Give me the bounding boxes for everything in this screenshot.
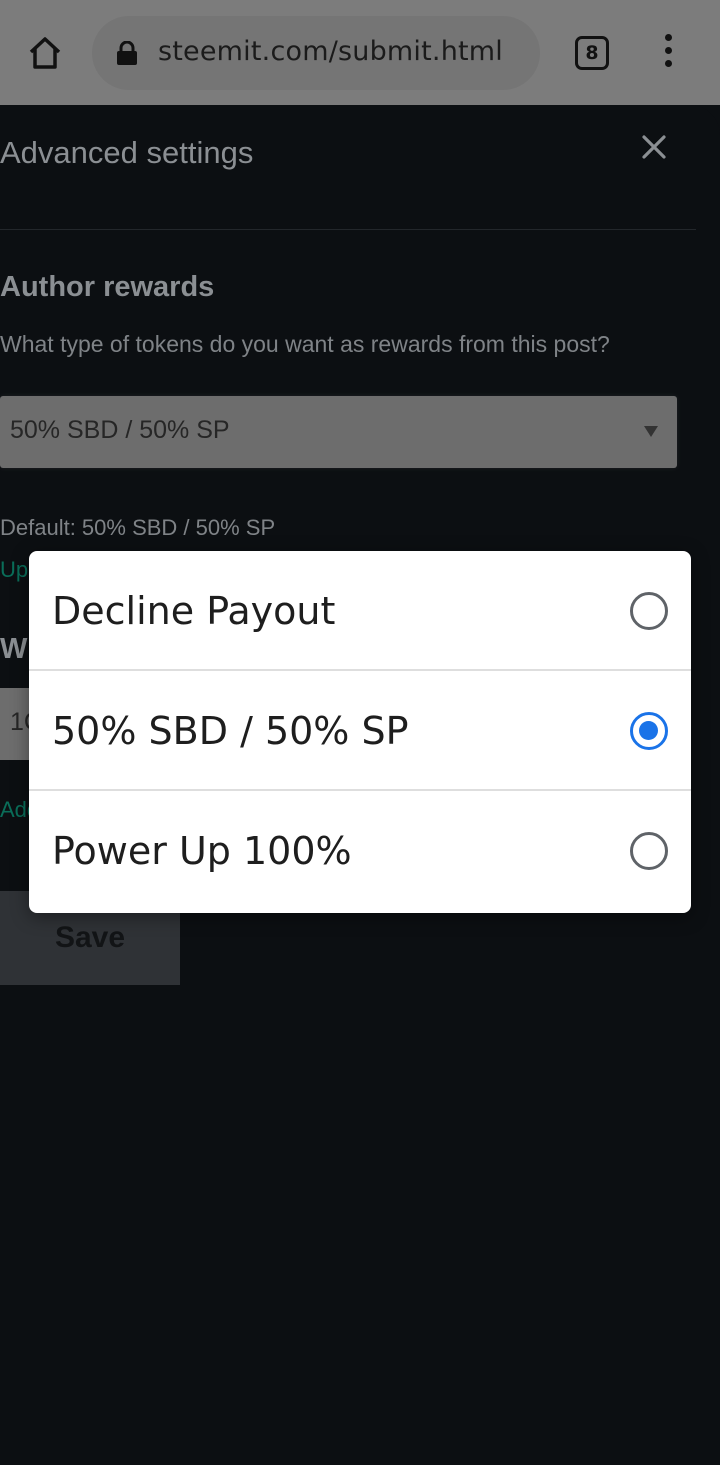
option-label: Decline Payout xyxy=(52,589,336,633)
option-label: 50% SBD / 50% SP xyxy=(52,709,409,753)
option-label: Power Up 100% xyxy=(52,829,352,873)
rewards-option-dialog: Decline Payout 50% SBD / 50% SP Power Up… xyxy=(29,551,691,913)
url-text: steemit.com/submit.html xyxy=(158,36,504,67)
menu-dot-icon xyxy=(664,34,672,41)
divider xyxy=(0,229,696,230)
option-decline-payout[interactable]: Decline Payout xyxy=(29,551,691,671)
author-rewards-description: What type of tokens do you want as rewar… xyxy=(0,331,610,357)
option-power-up-100[interactable]: Power Up 100% xyxy=(29,791,691,911)
tab-switcher-button[interactable]: 8 xyxy=(575,36,609,70)
lock-icon xyxy=(117,41,137,65)
address-bar[interactable]: steemit.com/submit.html xyxy=(92,16,540,90)
home-icon xyxy=(29,37,61,69)
overflow-menu-button[interactable] xyxy=(660,34,676,74)
rewards-select[interactable]: 50% SBD / 50% SP xyxy=(0,396,677,468)
radio-unchecked-icon[interactable] xyxy=(630,592,668,630)
chevron-down-icon xyxy=(644,426,658,437)
option-50-sbd-50-sp[interactable]: 50% SBD / 50% SP xyxy=(29,671,691,791)
menu-dot-icon xyxy=(664,47,672,54)
page-title: Advanced settings xyxy=(0,135,254,170)
author-rewards-heading: Author rewards xyxy=(0,271,215,303)
home-button[interactable] xyxy=(20,28,70,78)
browser-toolbar: steemit.com/submit.html 8 xyxy=(0,0,720,105)
radio-unchecked-icon[interactable] xyxy=(630,832,668,870)
rewards-select-value: 50% SBD / 50% SP xyxy=(10,416,230,444)
radio-checked-icon[interactable] xyxy=(630,712,668,750)
close-icon[interactable] xyxy=(642,135,666,159)
menu-dot-icon xyxy=(664,60,672,67)
default-rewards-text: Default: 50% SBD / 50% SP xyxy=(0,515,276,540)
